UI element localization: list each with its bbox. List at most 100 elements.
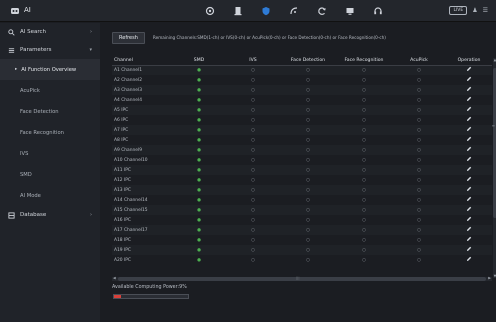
- face-recognition-status-icon[interactable]: ○: [336, 225, 392, 235]
- ivs-status-icon[interactable]: ○: [226, 175, 280, 185]
- face-detection-status-icon[interactable]: ○: [280, 125, 336, 135]
- edit-icon[interactable]: [466, 216, 472, 222]
- face-recognition-status-icon[interactable]: ○: [336, 245, 392, 255]
- acupick-status-icon[interactable]: ○: [392, 245, 446, 255]
- edit-icon[interactable]: [466, 226, 472, 232]
- ivs-status-icon[interactable]: ○: [226, 255, 280, 265]
- face-detection-status-icon[interactable]: ○: [280, 225, 336, 235]
- sidebar-item-smd[interactable]: SMD: [0, 164, 100, 185]
- smd-status-icon[interactable]: ●: [172, 185, 226, 195]
- smd-status-icon[interactable]: ●: [172, 205, 226, 215]
- ivs-status-icon[interactable]: ○: [226, 145, 280, 155]
- face-recognition-status-icon[interactable]: ○: [336, 215, 392, 225]
- column-header[interactable]: Face Detection: [280, 56, 336, 66]
- face-detection-status-icon[interactable]: ○: [280, 235, 336, 245]
- face-detection-status-icon[interactable]: ○: [280, 205, 336, 215]
- acupick-status-icon[interactable]: ○: [392, 225, 446, 235]
- scroll-thumb[interactable]: [118, 277, 486, 281]
- acupick-status-icon[interactable]: ○: [392, 215, 446, 225]
- network-tab[interactable]: [280, 4, 308, 18]
- ivs-status-icon[interactable]: ○: [226, 165, 280, 175]
- acupick-status-icon[interactable]: ○: [392, 125, 446, 135]
- sidebar-item-ai-search[interactable]: AI Search ›: [0, 23, 100, 41]
- storage-tab[interactable]: [224, 4, 252, 18]
- ivs-status-icon[interactable]: ○: [226, 235, 280, 245]
- column-header[interactable]: AcuPick: [392, 56, 446, 66]
- face-detection-status-icon[interactable]: ○: [280, 135, 336, 145]
- smd-status-icon[interactable]: ●: [172, 225, 226, 235]
- settings-tab[interactable]: [196, 4, 224, 18]
- smd-status-icon[interactable]: ●: [172, 95, 226, 105]
- face-detection-status-icon[interactable]: ○: [280, 215, 336, 225]
- face-recognition-status-icon[interactable]: ○: [336, 135, 392, 145]
- edit-icon[interactable]: [466, 86, 472, 92]
- smd-status-icon[interactable]: ●: [172, 175, 226, 185]
- menu-icon[interactable]: ☰: [483, 7, 488, 14]
- acupick-status-icon[interactable]: ○: [392, 105, 446, 115]
- acupick-status-icon[interactable]: ○: [392, 85, 446, 95]
- face-recognition-status-icon[interactable]: ○: [336, 185, 392, 195]
- ivs-status-icon[interactable]: ○: [226, 195, 280, 205]
- face-detection-status-icon[interactable]: ○: [280, 65, 336, 75]
- edit-icon[interactable]: [466, 76, 472, 82]
- ivs-status-icon[interactable]: ○: [226, 85, 280, 95]
- smd-status-icon[interactable]: ●: [172, 235, 226, 245]
- acupick-status-icon[interactable]: ○: [392, 255, 446, 265]
- smd-status-icon[interactable]: ●: [172, 215, 226, 225]
- face-recognition-status-icon[interactable]: ○: [336, 85, 392, 95]
- scroll-left-icon[interactable]: ◀: [113, 276, 116, 280]
- acupick-status-icon[interactable]: ○: [392, 65, 446, 75]
- smd-status-icon[interactable]: ●: [172, 255, 226, 265]
- ivs-status-icon[interactable]: ○: [226, 125, 280, 135]
- ivs-status-icon[interactable]: ○: [226, 115, 280, 125]
- face-detection-status-icon[interactable]: ○: [280, 95, 336, 105]
- horizontal-scrollbar[interactable]: ◀ ||| ▶: [112, 276, 492, 281]
- face-detection-status-icon[interactable]: ○: [280, 155, 336, 165]
- face-recognition-status-icon[interactable]: ○: [336, 65, 392, 75]
- smd-status-icon[interactable]: ●: [172, 125, 226, 135]
- face-recognition-status-icon[interactable]: ○: [336, 255, 392, 265]
- ivs-status-icon[interactable]: ○: [226, 95, 280, 105]
- face-detection-status-icon[interactable]: ○: [280, 195, 336, 205]
- face-recognition-status-icon[interactable]: ○: [336, 145, 392, 155]
- acupick-status-icon[interactable]: ○: [392, 115, 446, 125]
- smd-status-icon[interactable]: ●: [172, 245, 226, 255]
- ivs-status-icon[interactable]: ○: [226, 135, 280, 145]
- column-header[interactable]: IVS: [226, 56, 280, 66]
- ivs-status-icon[interactable]: ○: [226, 105, 280, 115]
- live-button[interactable]: LIVE: [449, 6, 468, 15]
- refresh-button[interactable]: Refresh: [112, 31, 145, 44]
- face-recognition-status-icon[interactable]: ○: [336, 105, 392, 115]
- edit-icon[interactable]: [466, 96, 472, 102]
- edit-icon[interactable]: [466, 166, 472, 172]
- face-detection-status-icon[interactable]: ○: [280, 255, 336, 265]
- smd-status-icon[interactable]: ●: [172, 105, 226, 115]
- ivs-status-icon[interactable]: ○: [226, 65, 280, 75]
- face-recognition-status-icon[interactable]: ○: [336, 115, 392, 125]
- sidebar-item-face-detection[interactable]: Face Detection: [0, 101, 100, 122]
- smd-status-icon[interactable]: ●: [172, 115, 226, 125]
- ivs-status-icon[interactable]: ○: [226, 185, 280, 195]
- face-recognition-status-icon[interactable]: ○: [336, 195, 392, 205]
- smd-status-icon[interactable]: ●: [172, 155, 226, 165]
- ivs-status-icon[interactable]: ○: [226, 205, 280, 215]
- ivs-status-icon[interactable]: ○: [226, 215, 280, 225]
- column-header[interactable]: Channel: [112, 56, 172, 66]
- acupick-status-icon[interactable]: ○: [392, 205, 446, 215]
- sync-tab[interactable]: [308, 4, 336, 18]
- edit-icon[interactable]: [466, 126, 472, 132]
- ai-tab[interactable]: [252, 4, 280, 18]
- sidebar-item-ai-mode[interactable]: AI Mode: [0, 185, 100, 206]
- edit-icon[interactable]: [466, 66, 472, 72]
- edit-icon[interactable]: [466, 106, 472, 112]
- sidebar-item-ivs[interactable]: IVS: [0, 143, 100, 164]
- edit-icon[interactable]: [466, 206, 472, 212]
- face-detection-status-icon[interactable]: ○: [280, 245, 336, 255]
- face-detection-status-icon[interactable]: ○: [280, 185, 336, 195]
- column-header[interactable]: Face Recognition: [336, 56, 392, 66]
- sidebar-item-parameters[interactable]: Parameters ▾: [0, 41, 100, 59]
- acupick-status-icon[interactable]: ○: [392, 195, 446, 205]
- smd-status-icon[interactable]: ●: [172, 85, 226, 95]
- edit-icon[interactable]: [466, 186, 472, 192]
- face-recognition-status-icon[interactable]: ○: [336, 205, 392, 215]
